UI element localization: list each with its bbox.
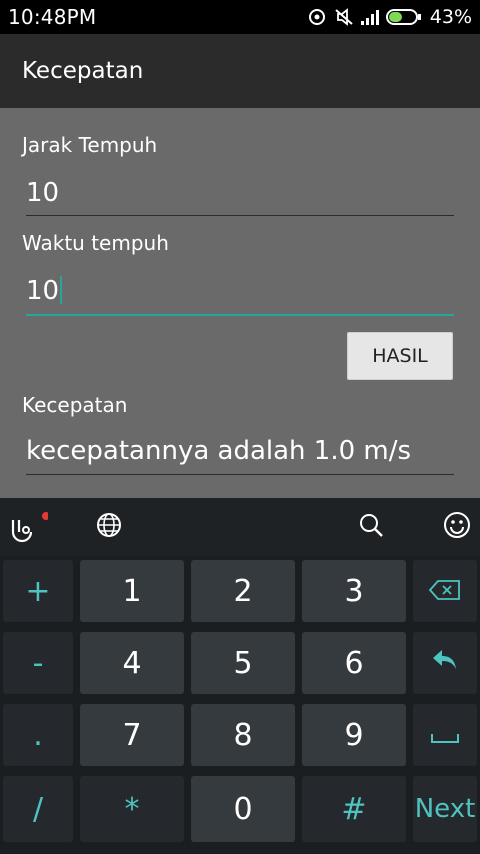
hasil-button[interactable]: HASIL — [347, 332, 453, 380]
backspace-key[interactable] — [413, 560, 477, 622]
text-cursor — [60, 276, 63, 304]
undo-icon — [430, 646, 460, 681]
time-value: 10 — [26, 276, 60, 306]
battery-icon — [385, 8, 422, 26]
result-field: kecepatannya adalah 1.0 m/s — [26, 426, 454, 475]
calculator-form: Jarak Tempuh 10 Waktu tempuh 10 HASIL Ke… — [0, 108, 480, 498]
key-0[interactable]: 0 — [191, 776, 295, 842]
undo-key[interactable] — [413, 632, 477, 694]
globe-icon[interactable] — [94, 510, 126, 542]
next-key[interactable]: Next — [413, 776, 477, 842]
key-2[interactable]: 2 — [191, 560, 295, 622]
key-5[interactable]: 5 — [191, 632, 295, 694]
space-icon — [430, 718, 460, 753]
key-9[interactable]: 9 — [302, 704, 406, 766]
space-key[interactable] — [413, 704, 477, 766]
sync-icon — [308, 8, 326, 26]
time-input[interactable]: 10 — [26, 266, 454, 316]
backspace-icon — [428, 574, 462, 609]
mute-icon — [334, 8, 353, 26]
time-value-wrap: 10 — [26, 276, 63, 306]
distance-value: 10 — [26, 178, 60, 208]
key-plus[interactable]: + — [3, 560, 73, 622]
search-icon[interactable] — [356, 510, 388, 542]
key-asterisk[interactable]: * — [80, 776, 184, 842]
key-8[interactable]: 8 — [191, 704, 295, 766]
touchpal-logo-icon[interactable] — [8, 510, 50, 543]
key-slash[interactable]: / — [3, 776, 73, 842]
time-underline — [26, 314, 454, 316]
distance-label: Jarak Tempuh — [22, 133, 158, 157]
key-hash[interactable]: # — [302, 776, 406, 842]
status-time: 10:48PM — [8, 5, 97, 29]
emoji-icon[interactable] — [442, 510, 474, 542]
key-4[interactable]: 4 — [80, 632, 184, 694]
numeric-keyboard: + 1 2 3 - 4 5 6 . 7 8 9 / * 0 # Next — [0, 556, 480, 854]
result-value: kecepatannya adalah 1.0 m/s — [26, 436, 412, 466]
distance-underline — [26, 215, 454, 216]
keyboard-toolbar — [0, 498, 480, 556]
time-label: Waktu tempuh — [22, 231, 169, 255]
key-6[interactable]: 6 — [302, 632, 406, 694]
signal-icon — [360, 8, 379, 26]
key-1[interactable]: 1 — [80, 560, 184, 622]
key-minus[interactable]: - — [3, 632, 73, 694]
key-3[interactable]: 3 — [302, 560, 406, 622]
status-bar: 10:48PM 43% — [0, 0, 480, 34]
action-bar: Kecepatan — [0, 34, 480, 108]
result-label: Kecepatan — [22, 393, 128, 417]
result-underline — [26, 474, 454, 475]
key-7[interactable]: 7 — [80, 704, 184, 766]
distance-input[interactable]: 10 — [26, 168, 454, 216]
status-icons: 43% — [308, 5, 472, 29]
key-dot[interactable]: . — [3, 704, 73, 766]
battery-percentage: 43% — [429, 6, 472, 28]
app-title: Kecepatan — [22, 58, 144, 84]
